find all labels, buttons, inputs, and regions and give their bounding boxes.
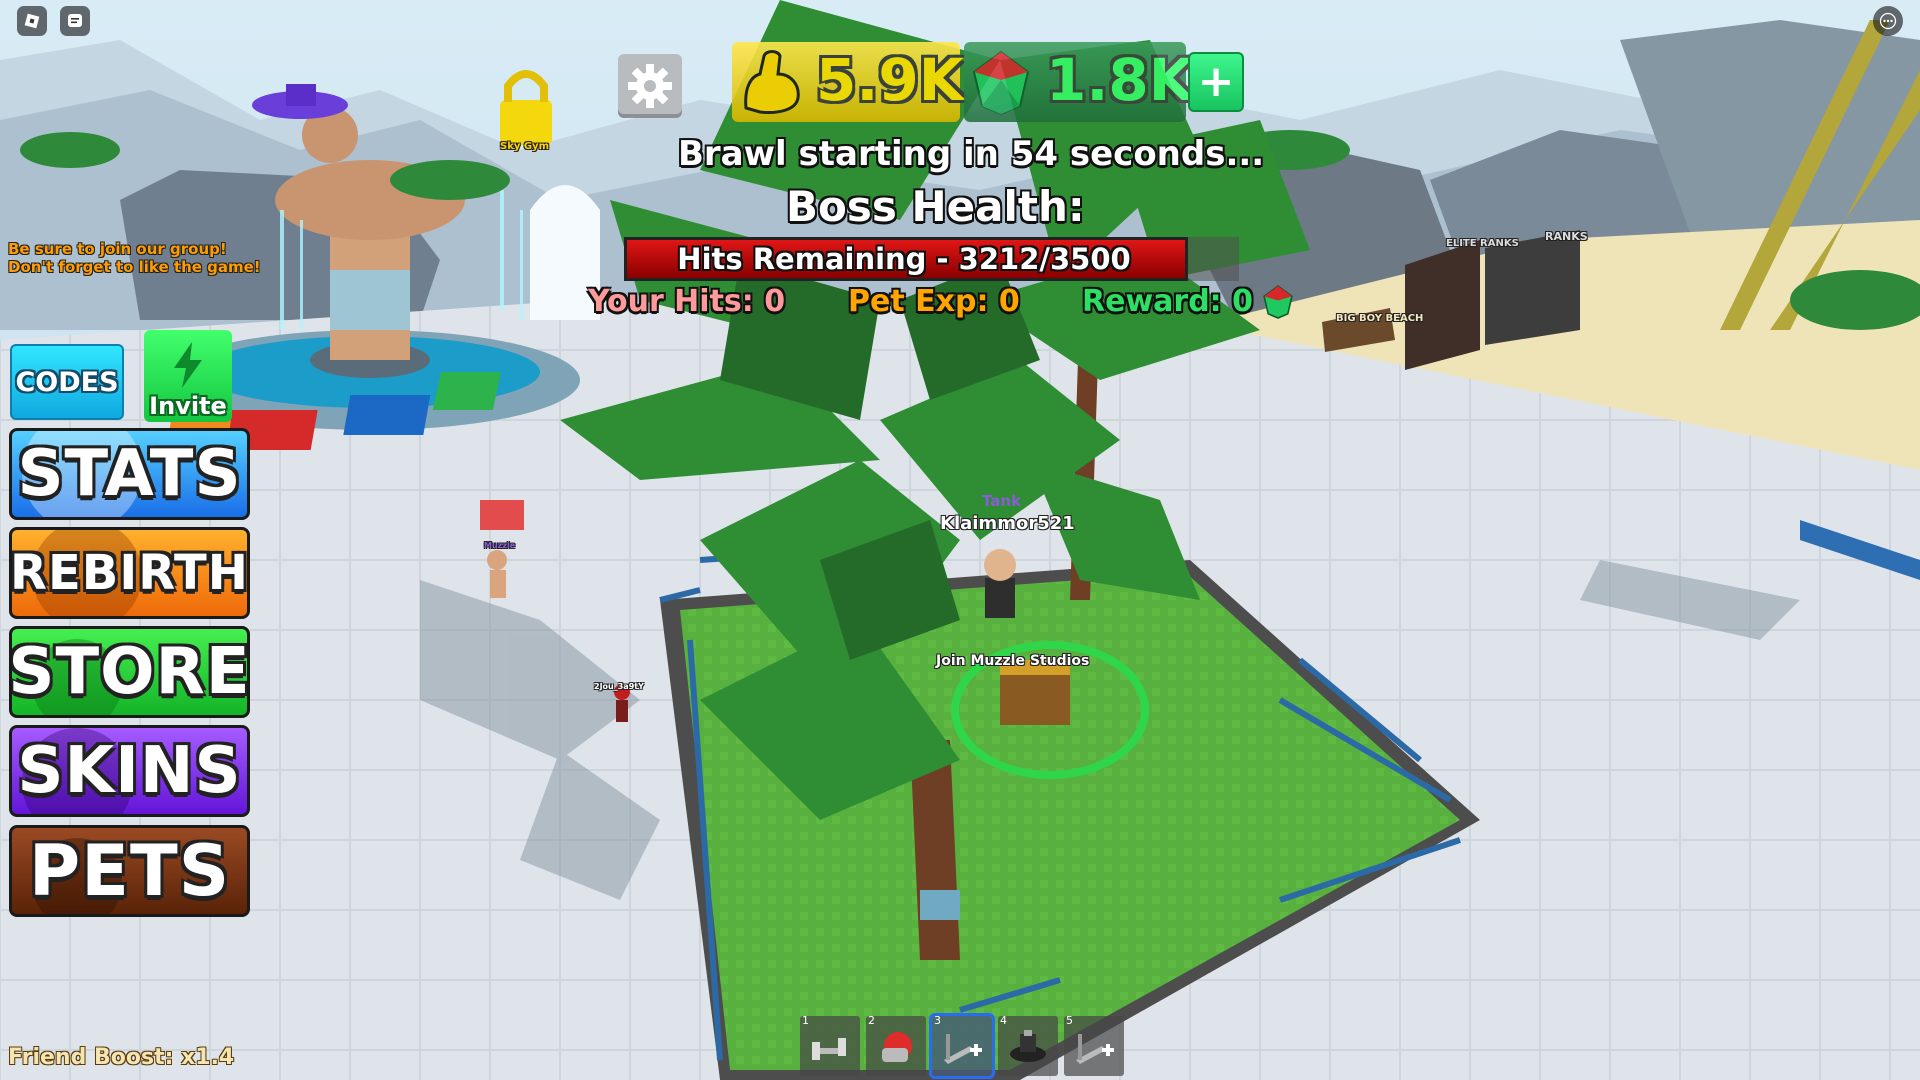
friend-boost-label: Friend Boost: x1.4 (8, 1045, 235, 1070)
chat-icon (68, 14, 82, 27)
codes-button[interactable]: CODES (10, 344, 124, 420)
skins-label: SKINS (17, 734, 242, 808)
punch-glove-icon (882, 1032, 912, 1062)
strength-counter: 5.9K (732, 42, 964, 122)
store-button[interactable]: STORE (9, 626, 250, 718)
roblox-logo-icon (24, 13, 40, 29)
invite-button[interactable]: Invite (144, 330, 232, 422)
skins-button[interactable]: SKINS (9, 725, 250, 817)
sky-gym-lock-label: Sky Gym (500, 141, 549, 152)
gear-icon (628, 64, 672, 108)
codes-label: CODES (15, 366, 119, 398)
chest-label: Join Muzzle Studios (936, 653, 1090, 669)
pets-button[interactable]: PETS (9, 825, 250, 917)
lightning-icon (174, 342, 202, 388)
settings-button[interactable] (618, 54, 682, 118)
gems-value: 1.8K (1046, 46, 1194, 114)
pet-exp-label: Pet Exp: 0 (848, 284, 1020, 319)
group-join-note: Be sure to join our group! (8, 240, 227, 258)
more-options-button[interactable] (1873, 6, 1903, 36)
player-name-label: Klaimmor521 (940, 513, 1075, 534)
your-hits-label: Your Hits: 0 (588, 284, 786, 319)
buy-gems-button[interactable]: + (1188, 52, 1244, 112)
strength-value: 5.9K (816, 46, 964, 114)
gem-icon (972, 50, 1030, 116)
stats-button[interactable]: STATS (9, 428, 250, 520)
boss-health-title: Boss Health: (786, 182, 1085, 231)
hits-remaining-label: Hits Remaining - 3212/3500 (677, 242, 1131, 276)
hotbar-slot-3[interactable]: 3 (929, 1013, 995, 1079)
plus-icon: + (1197, 56, 1235, 107)
elite-ranks-sign: ELITE RANKS (1446, 238, 1519, 249)
rebirth-button[interactable]: REBIRTH (9, 527, 250, 619)
reward-label: Reward: 0 (1082, 284, 1253, 319)
npc-name-2: 2Jou_3a9tY (594, 682, 644, 691)
pets-label: PETS (28, 830, 231, 912)
roblox-menu-button[interactable] (17, 6, 47, 36)
like-game-note: Don't forget to like the game! (8, 258, 261, 276)
brawl-countdown: Brawl starting in 54 seconds... (678, 134, 1265, 174)
weight-stack-icon (1010, 1030, 1046, 1062)
invite-label: Invite (149, 392, 227, 420)
hotbar-slot-2[interactable]: 2 (866, 1014, 926, 1076)
flexed-arm-icon (744, 50, 800, 114)
hotbar-slot-1[interactable]: 1 (800, 1014, 860, 1076)
treadmill-plus-icon (1076, 1034, 1114, 1064)
dumbbell-icon (812, 1038, 846, 1060)
gems-counter: 1.8K (964, 42, 1194, 122)
ellipsis-icon (1879, 12, 1897, 30)
npc-name-muzzle: Muzzle (484, 541, 516, 550)
chat-button[interactable] (60, 6, 90, 36)
store-label: STORE (9, 635, 250, 709)
big-boy-beach-sign: BIG BOY BEACH (1336, 313, 1424, 324)
ranks-sign: RANKS (1545, 230, 1588, 243)
hotbar-slot-4[interactable]: 4 (998, 1014, 1058, 1076)
treadmill-plus-icon (944, 1034, 982, 1064)
reward-gem-icon (1263, 285, 1293, 319)
stats-label: STATS (17, 437, 242, 511)
hotbar-slot-5[interactable]: 5 (1064, 1014, 1124, 1076)
player-rank-label: Tank (982, 492, 1022, 510)
rebirth-label: REBIRTH (10, 545, 249, 601)
